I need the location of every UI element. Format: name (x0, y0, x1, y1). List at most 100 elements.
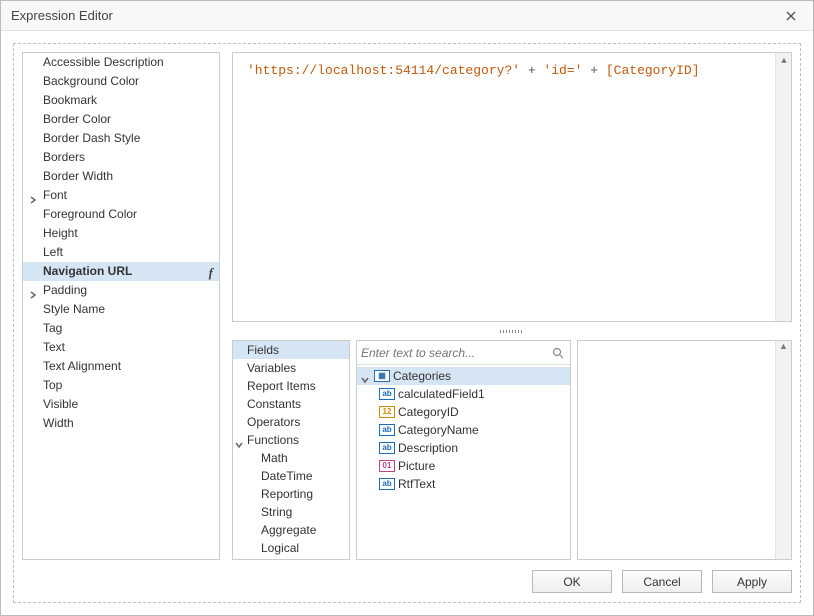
ab-type-icon: ab (379, 388, 395, 400)
property-label: Border Width (43, 169, 113, 183)
search-icon[interactable] (550, 345, 566, 361)
property-item[interactable]: Text Alignment (23, 357, 219, 376)
expr-plus-2: + (582, 63, 605, 78)
property-item[interactable]: Top (23, 376, 219, 395)
search-box (357, 341, 570, 365)
window-title: Expression Editor (11, 8, 779, 23)
tree-label: calculatedField1 (398, 385, 485, 403)
property-item[interactable]: Left (23, 243, 219, 262)
property-item[interactable]: Foreground Color (23, 205, 219, 224)
scroll-up-icon[interactable]: ▲ (776, 341, 791, 351)
property-label: Tag (43, 321, 62, 335)
property-label: Navigation URL (43, 264, 132, 278)
table-type-icon: ▦ (374, 370, 390, 382)
category-label: Report Items (247, 379, 316, 393)
scroll-up-icon[interactable]: ▲ (776, 53, 792, 69)
tree-item[interactable]: abDescription (357, 439, 570, 457)
ab-type-icon: ab (379, 424, 395, 436)
chevron-down-icon[interactable] (235, 436, 243, 444)
property-item[interactable]: Tag (23, 319, 219, 338)
expr-plus-1: + (520, 63, 543, 78)
property-item[interactable]: Height (23, 224, 219, 243)
property-item[interactable]: Font (23, 186, 219, 205)
category-item[interactable]: Functions (233, 431, 349, 449)
property-label: Text Alignment (43, 359, 121, 373)
tree-label: Picture (398, 457, 435, 475)
property-label: Font (43, 188, 67, 202)
category-label: Variables (247, 361, 296, 375)
category-item[interactable]: DateTime (233, 467, 349, 485)
category-label: Fields (247, 343, 279, 357)
category-item[interactable]: Operators (233, 413, 349, 431)
property-label: Border Color (43, 112, 111, 126)
description-panel: ▲ (577, 340, 792, 560)
01-type-icon: 01 (379, 460, 395, 472)
property-item[interactable]: Visible (23, 395, 219, 414)
chevron-right-icon[interactable] (29, 191, 37, 199)
category-item[interactable]: Variables (233, 359, 349, 377)
category-label: String (261, 505, 292, 519)
cancel-button[interactable]: Cancel (622, 570, 702, 593)
property-label: Text (43, 340, 65, 354)
category-item[interactable]: Fields (233, 341, 349, 359)
description-scrollbar[interactable]: ▲ (775, 341, 791, 559)
expression-editor[interactable]: 'https://localhost:54114/category?' + 'i… (232, 52, 792, 322)
property-label: Style Name (43, 302, 105, 316)
editor-scrollbar[interactable]: ▲ (775, 53, 791, 321)
tree-item[interactable]: abcalculatedField1 (357, 385, 570, 403)
property-label: Accessible Description (43, 55, 164, 69)
property-label: Left (43, 245, 63, 259)
ok-button[interactable]: OK (532, 570, 612, 593)
category-label: Math (261, 451, 288, 465)
expr-string-1: 'https://localhost:54114/category?' (247, 63, 520, 78)
property-item[interactable]: Style Name (23, 300, 219, 319)
chevron-down-icon[interactable] (361, 371, 371, 381)
property-label: Bookmark (43, 93, 97, 107)
property-item[interactable]: Padding (23, 281, 219, 300)
property-label: Padding (43, 283, 87, 297)
chevron-right-icon[interactable] (29, 286, 37, 294)
tree-label: Description (398, 439, 458, 457)
category-item[interactable]: Reporting (233, 485, 349, 503)
property-item[interactable]: Border Color (23, 110, 219, 129)
property-item[interactable]: Border Width (23, 167, 219, 186)
category-item[interactable]: Aggregate (233, 521, 349, 539)
category-item[interactable]: Constants (233, 395, 349, 413)
fields-tree[interactable]: ▦CategoriesabcalculatedField112CategoryI… (357, 365, 570, 559)
tree-label: CategoryName (398, 421, 479, 439)
property-label: Visible (43, 397, 78, 411)
expression-editor-dialog: Expression Editor Accessible Description… (0, 0, 814, 616)
category-panel[interactable]: Fields Variables Report Items Constants Oper… (232, 340, 350, 560)
close-button[interactable] (779, 4, 803, 28)
apply-button[interactable]: Apply (712, 570, 792, 593)
tree-label: Categories (393, 367, 451, 385)
horizontal-splitter[interactable] (232, 328, 792, 334)
ab-type-icon: ab (379, 442, 395, 454)
fx-icon: f (209, 263, 213, 282)
category-item[interactable]: Report Items (233, 377, 349, 395)
tree-item[interactable]: 01Picture (357, 457, 570, 475)
property-item[interactable]: Text (23, 338, 219, 357)
tree-root[interactable]: ▦Categories (357, 367, 570, 385)
category-item[interactable]: String (233, 503, 349, 521)
property-item[interactable]: Accessible Description (23, 53, 219, 72)
tree-item[interactable]: abRtfText (357, 475, 570, 493)
tree-item[interactable]: abCategoryName (357, 421, 570, 439)
tree-item[interactable]: 12CategoryID (357, 403, 570, 421)
property-label: Top (43, 378, 62, 392)
button-row: OK Cancel Apply (22, 568, 792, 594)
property-label: Borders (43, 150, 85, 164)
properties-panel[interactable]: Accessible Description Background Color Bo… (22, 52, 220, 560)
property-item[interactable]: Border Dash Style (23, 129, 219, 148)
property-label: Width (43, 416, 74, 430)
fields-tree-panel: ▦CategoriesabcalculatedField112CategoryI… (356, 340, 571, 560)
category-item[interactable]: Logical (233, 539, 349, 557)
property-item[interactable]: Background Color (23, 72, 219, 91)
category-label: Constants (247, 397, 301, 411)
property-item[interactable]: Bookmark (23, 91, 219, 110)
property-item[interactable]: Borders (23, 148, 219, 167)
property-item[interactable]: Width (23, 414, 219, 433)
search-input[interactable] (361, 346, 550, 360)
property-item[interactable]: Navigation URL f (23, 262, 219, 281)
category-item[interactable]: Math (233, 449, 349, 467)
